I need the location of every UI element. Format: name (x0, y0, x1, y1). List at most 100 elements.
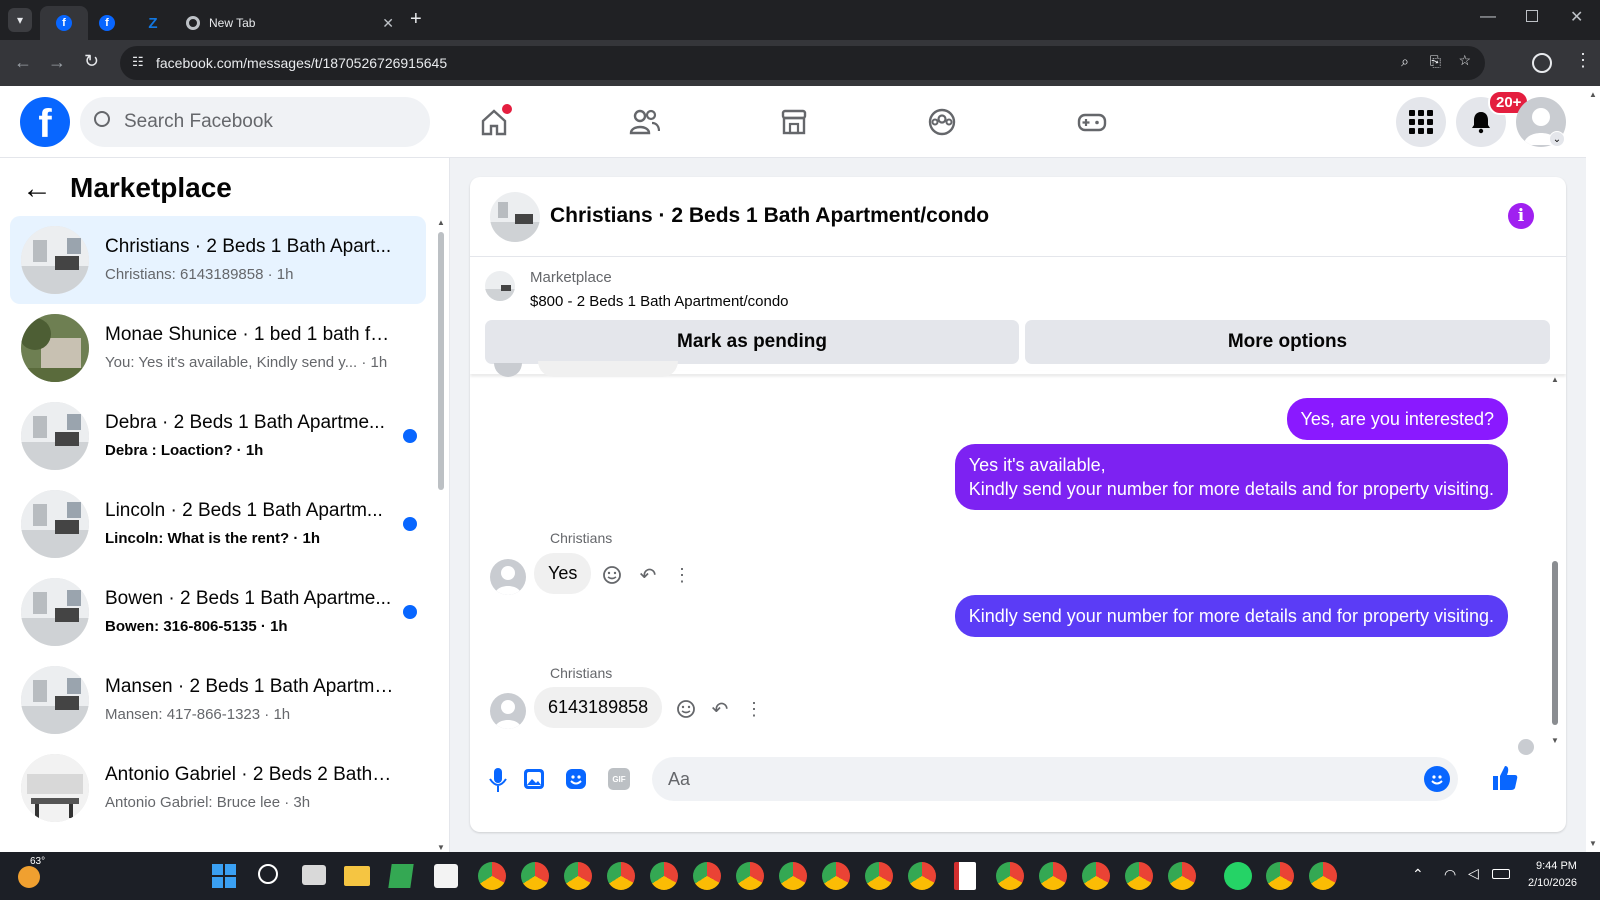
conversation-item-bowen[interactable]: Bowen · 2 Beds 1 Bath Apartme... Bowen: … (10, 568, 426, 656)
tab-new-tab[interactable]: New Tab ✕ (172, 6, 404, 40)
zoom-icon[interactable]: ⌕ (1401, 53, 1409, 70)
sidebar-scrollbar[interactable]: ▲ ▼ (436, 218, 446, 852)
back-arrow-icon[interactable]: ← (22, 172, 52, 206)
chrome-icon[interactable] (822, 862, 850, 890)
store-icon[interactable] (434, 864, 458, 888)
facebook-logo[interactable]: f (20, 97, 70, 147)
sheets-app-icon[interactable] (388, 864, 414, 888)
chrome-icon[interactable] (478, 862, 506, 890)
listing-banner[interactable]: Marketplace $800 - 2 Beds 1 Bath Apartme… (470, 257, 1566, 317)
sender-avatar[interactable] (490, 693, 526, 729)
file-explorer-icon[interactable] (344, 866, 370, 886)
search-input[interactable]: Search Facebook (80, 97, 430, 147)
conversation-item-mansen[interactable]: Mansen · 2 Beds 1 Bath Apartme... Mansen… (10, 656, 426, 744)
battery-icon[interactable] (1492, 869, 1510, 879)
mark-as-pending-button[interactable]: Mark as pending (485, 320, 1019, 364)
chrome-icon[interactable] (1082, 862, 1110, 890)
chrome-icon[interactable] (521, 862, 549, 890)
chrome-icon[interactable] (1168, 862, 1196, 890)
bookmark-star-icon[interactable]: ☆ (1458, 52, 1471, 69)
menu-grid-button[interactable] (1396, 97, 1446, 147)
taskbar-search-icon[interactable] (258, 864, 278, 884)
message-input[interactable]: Aa (652, 757, 1458, 801)
clock-date[interactable]: 2/10/2026 (1528, 877, 1577, 889)
task-view-icon[interactable] (302, 865, 326, 885)
page-scrollbar[interactable]: ▲ ▼ (1586, 86, 1600, 852)
chrome-icon[interactable] (693, 862, 721, 890)
more-kebab-icon[interactable]: ⋮ (742, 697, 766, 721)
address-bar[interactable]: ☷ facebook.com/messages/t/18705267269156… (120, 46, 1485, 80)
forward-icon[interactable]: → (48, 52, 66, 73)
tab-facebook-2[interactable]: f (90, 6, 124, 40)
chrome-icon[interactable] (908, 862, 936, 890)
chrome-icon[interactable] (996, 862, 1024, 890)
site-info-icon[interactable]: ☷ (132, 54, 144, 70)
menu-kebab-icon[interactable]: ⋮ (1574, 50, 1592, 71)
chrome-icon[interactable] (564, 862, 592, 890)
more-options-button[interactable]: More options (1025, 320, 1550, 364)
install-app-icon[interactable]: ⎘ (1430, 53, 1441, 70)
close-window-button[interactable]: ✕ (1570, 7, 1583, 27)
chat-title[interactable]: Christians · 2 Beds 1 Bath Apartment/con… (550, 204, 989, 228)
chrome-icon[interactable] (779, 862, 807, 890)
tab-facebook[interactable]: f (40, 6, 88, 40)
chrome-icon[interactable] (1125, 862, 1153, 890)
close-icon[interactable]: ✕ (382, 15, 394, 32)
clock-time[interactable]: 9:44 PM (1536, 860, 1577, 872)
gaming-icon[interactable] (1074, 104, 1110, 140)
conversation-item-antonio[interactable]: Antonio Gabriel · 2 Beds 2 Baths ... Ant… (10, 744, 426, 832)
message-incoming[interactable]: 6143189858 (534, 687, 663, 728)
react-emoji-icon[interactable] (600, 563, 624, 587)
groups-icon[interactable] (924, 104, 960, 140)
chrome-icon[interactable] (650, 862, 678, 890)
info-icon[interactable]: i (1508, 203, 1534, 229)
document-app-icon[interactable] (954, 862, 976, 890)
more-kebab-icon[interactable]: ⋮ (670, 563, 694, 587)
chrome-icon[interactable] (607, 862, 635, 890)
message-incoming[interactable]: Yes (534, 553, 592, 594)
chrome-icon[interactable] (1266, 862, 1294, 890)
wifi-icon[interactable]: ◠ (1444, 866, 1456, 883)
messages-scrollbar[interactable]: ▲ ▼ (1548, 375, 1562, 745)
tab-zillow[interactable]: Z (136, 6, 170, 40)
back-icon[interactable]: ← (14, 52, 32, 73)
chrome-icon[interactable] (1039, 862, 1067, 890)
conversation-item-debra[interactable]: Debra · 2 Beds 1 Bath Apartme... Debra :… (10, 392, 426, 480)
message-outgoing[interactable]: Yes it's available, Kindly send your num… (954, 444, 1508, 510)
account-chevron-down-icon[interactable]: ⌄ (1549, 131, 1565, 147)
restore-button[interactable] (1526, 10, 1538, 22)
chat-header-thumbnail[interactable] (490, 192, 540, 242)
photo-icon[interactable] (522, 767, 546, 796)
react-emoji-icon[interactable] (674, 697, 698, 721)
marketplace-icon[interactable] (776, 104, 812, 140)
gif-icon[interactable]: GIF (608, 768, 630, 790)
chrome-icon[interactable] (865, 862, 893, 890)
sticker-icon[interactable] (564, 767, 588, 796)
minimize-button[interactable]: — (1480, 8, 1496, 26)
listing-thumbnail (21, 226, 89, 294)
reply-icon[interactable]: ↶ (636, 563, 660, 587)
conversation-item-christians[interactable]: Christians · 2 Beds 1 Bath Apart... Chri… (10, 216, 426, 304)
tray-chevron-up-icon[interactable]: ⌃ (1412, 866, 1424, 883)
friends-icon[interactable] (626, 104, 662, 140)
reload-icon[interactable]: ↻ (84, 51, 99, 72)
windows-start-icon[interactable] (212, 864, 236, 888)
message-outgoing[interactable]: Kindly send your number for more details… (954, 595, 1508, 637)
new-tab-button[interactable]: + (410, 8, 422, 31)
like-thumbs-up-icon[interactable] (1490, 763, 1520, 798)
conversation-item-monae[interactable]: Monae Shunice · 1 bed 1 bath for... You:… (10, 304, 426, 392)
message-outgoing[interactable]: Yes, are you interested? (1286, 398, 1508, 440)
emoji-icon[interactable] (1424, 766, 1450, 792)
sender-avatar[interactable] (490, 559, 526, 595)
tab-search-button[interactable]: ▾ (8, 8, 32, 32)
reply-icon[interactable]: ↶ (708, 697, 732, 721)
microphone-icon[interactable] (488, 767, 508, 798)
weather-icon[interactable] (18, 866, 40, 888)
profile-icon[interactable] (1532, 53, 1552, 73)
volume-icon[interactable]: ◁ (1468, 865, 1479, 882)
chrome-icon[interactable] (1309, 862, 1337, 890)
conversation-item-lincoln[interactable]: Lincoln · 2 Beds 1 Bath Apartm... Lincol… (10, 480, 426, 568)
whatsapp-icon[interactable] (1224, 862, 1252, 890)
home-icon[interactable] (476, 104, 512, 140)
chrome-icon[interactable] (736, 862, 764, 890)
